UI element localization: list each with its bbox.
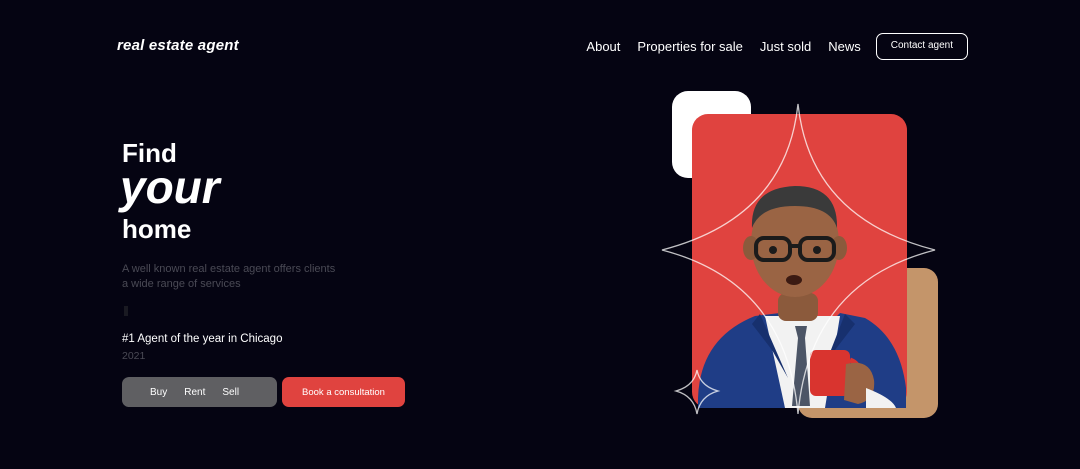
decorative-mark [124, 306, 128, 316]
filter-rent[interactable]: Rent [184, 387, 205, 398]
nav-properties-for-sale[interactable]: Properties for sale [637, 39, 743, 54]
award-text: #1 Agent of the year in Chicago [122, 333, 283, 345]
filter-sell[interactable]: Sell [222, 387, 239, 398]
property-filter-group: Buy Rent Sell [122, 377, 277, 407]
contact-agent-button[interactable]: Contact agent [875, 33, 968, 60]
site-logo[interactable]: real estate agent [117, 37, 239, 54]
filter-buy[interactable]: Buy [150, 387, 167, 398]
award-year: 2021 [122, 350, 146, 362]
mug-shape [810, 350, 850, 396]
hero-description: A well known real estate agent offers cl… [122, 263, 336, 290]
nav-news[interactable]: News [828, 39, 861, 54]
nav-about[interactable]: About [586, 39, 620, 54]
main-nav: About Properties for sale Just sold News… [586, 33, 968, 60]
hero-heading-home: home [122, 214, 192, 244]
hero-heading-your: your [120, 161, 220, 213]
agent-illustration [660, 91, 938, 418]
book-consultation-button[interactable]: Book a consultation [282, 377, 405, 407]
nav-just-sold[interactable]: Just sold [760, 39, 811, 54]
